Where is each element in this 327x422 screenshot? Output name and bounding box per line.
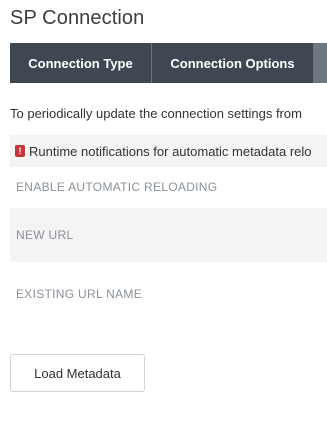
enable-automatic-reloading-label: ENABLE AUTOMATIC RELOADING (16, 180, 218, 194)
tab-bar: Connection Type Connection Options (10, 43, 327, 83)
page-title: SP Connection (10, 7, 145, 29)
tab-connection-options[interactable]: Connection Options (152, 43, 314, 83)
tab-connection-type[interactable]: Connection Type (10, 43, 152, 83)
notification-text: Runtime notifications for automatic meta… (29, 143, 312, 159)
existing-url-name-label: EXISTING URL NAME (16, 287, 143, 301)
notification-banner: ! Runtime notifications for automatic me… (10, 135, 327, 167)
tab-next-partial[interactable] (314, 43, 327, 83)
intro-text: To periodically update the connection se… (10, 106, 302, 121)
load-metadata-button[interactable]: Load Metadata (10, 354, 145, 392)
page: SP Connection Connection Type Connection… (0, 0, 327, 422)
new-url-label: NEW URL (16, 228, 74, 242)
exclamation-icon: ! (15, 145, 25, 157)
